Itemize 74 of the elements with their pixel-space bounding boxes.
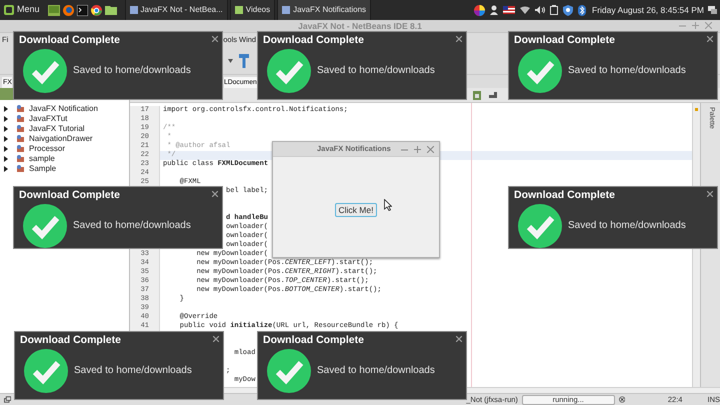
coffee-cup-icon bbox=[16, 145, 26, 153]
project-tree-item[interactable]: JavaFX Tutorial bbox=[0, 124, 129, 134]
notification-message: Saved to home/downloads bbox=[568, 64, 686, 77]
notification-title: Download Complete bbox=[514, 34, 615, 47]
windows-icon[interactable] bbox=[4, 396, 12, 403]
coffee-cup-icon bbox=[16, 155, 26, 163]
notification-title: Download Complete bbox=[263, 34, 364, 47]
coffee-cup-icon bbox=[16, 115, 26, 123]
window-icon bbox=[130, 6, 138, 14]
checkmark-icon bbox=[518, 49, 562, 93]
coffee-cup-icon bbox=[16, 125, 26, 133]
notification-title: Download Complete bbox=[514, 189, 615, 202]
project-tree-item[interactable]: JavaFX Notification bbox=[0, 104, 129, 114]
close-icon[interactable] bbox=[213, 336, 219, 342]
chat-icon[interactable] bbox=[708, 6, 717, 14]
user-icon[interactable] bbox=[490, 5, 498, 15]
checkmark-icon bbox=[267, 349, 311, 393]
coffee-cup-icon bbox=[16, 135, 26, 143]
checkmark-icon bbox=[518, 204, 562, 248]
color-wheel-icon[interactable] bbox=[474, 4, 486, 16]
coffee-cup-icon bbox=[16, 105, 26, 113]
bookmark-icon[interactable] bbox=[473, 90, 481, 100]
close-icon[interactable] bbox=[427, 146, 434, 153]
checkmark-icon bbox=[24, 349, 68, 393]
hammer-icon[interactable] bbox=[239, 52, 249, 68]
notification-title: Download Complete bbox=[263, 334, 364, 347]
close-icon[interactable] bbox=[707, 191, 713, 197]
terminal-icon[interactable] bbox=[76, 4, 88, 16]
coffee-cup-icon bbox=[16, 165, 26, 173]
notification-title: Download Complete bbox=[20, 334, 121, 347]
volume-icon[interactable] bbox=[535, 6, 546, 14]
notification-message: Saved to home/downloads bbox=[317, 64, 435, 77]
window-icon bbox=[234, 6, 243, 14]
wifi-icon[interactable] bbox=[520, 6, 530, 14]
project-tree-item[interactable]: NaivgationDrawer bbox=[0, 134, 129, 144]
checkmark-icon bbox=[267, 49, 311, 93]
desktop-icon[interactable] bbox=[48, 4, 60, 16]
close-icon[interactable] bbox=[707, 36, 713, 42]
checkmark-icon bbox=[23, 204, 67, 248]
click-me-button[interactable]: Click Me! bbox=[334, 203, 378, 217]
close-icon[interactable] bbox=[456, 36, 462, 42]
checkmark-icon bbox=[23, 49, 67, 93]
notification-message: Saved to home/downloads bbox=[73, 219, 191, 232]
taskbar-window-button[interactable]: JavaFX Not - NetBea... bbox=[124, 0, 228, 20]
notification-title: Download Complete bbox=[19, 189, 120, 202]
menu-logo-icon bbox=[4, 5, 14, 15]
close-icon[interactable] bbox=[212, 36, 218, 42]
notification-message: Saved to home/downloads bbox=[74, 364, 192, 377]
close-icon[interactable] bbox=[456, 336, 462, 342]
project-tree-item[interactable]: Sample bbox=[0, 164, 129, 174]
flag-icon[interactable] bbox=[503, 6, 516, 14]
shield-icon[interactable] bbox=[563, 4, 574, 16]
notification-message: Saved to home/downloads bbox=[568, 219, 686, 232]
notification-title: Download Complete bbox=[19, 34, 120, 47]
start-menu-button[interactable]: Menu bbox=[0, 0, 44, 20]
clipboard-icon[interactable] bbox=[550, 5, 558, 15]
mouse-pointer-icon bbox=[384, 199, 392, 211]
project-tree-item[interactable]: JavaFXTut bbox=[0, 114, 129, 124]
project-tree-item[interactable]: sample bbox=[0, 154, 129, 164]
notification-message: Saved to home/downloads bbox=[317, 364, 435, 377]
project-tree-item[interactable]: Processor bbox=[0, 144, 129, 154]
folder-icon[interactable] bbox=[104, 5, 117, 15]
maximize-icon[interactable] bbox=[414, 146, 421, 153]
notification-message: Saved to home/downloads bbox=[73, 64, 191, 77]
close-icon[interactable] bbox=[212, 191, 218, 197]
window-title: JavaFX Not - NetBeans IDE 8.1 bbox=[298, 20, 422, 32]
taskbar-window-button[interactable]: Videos bbox=[230, 0, 276, 20]
chrome-icon[interactable] bbox=[90, 4, 102, 16]
window-icon bbox=[282, 6, 290, 14]
bluetooth-icon[interactable] bbox=[578, 4, 586, 16]
cancel-icon[interactable] bbox=[618, 396, 625, 403]
taskbar-window-button[interactable]: JavaFX Notifications bbox=[277, 0, 372, 20]
dropdown-caret-icon[interactable] bbox=[228, 58, 233, 62]
clock[interactable]: Friday August 26, 8:45:54 PM bbox=[592, 4, 704, 16]
